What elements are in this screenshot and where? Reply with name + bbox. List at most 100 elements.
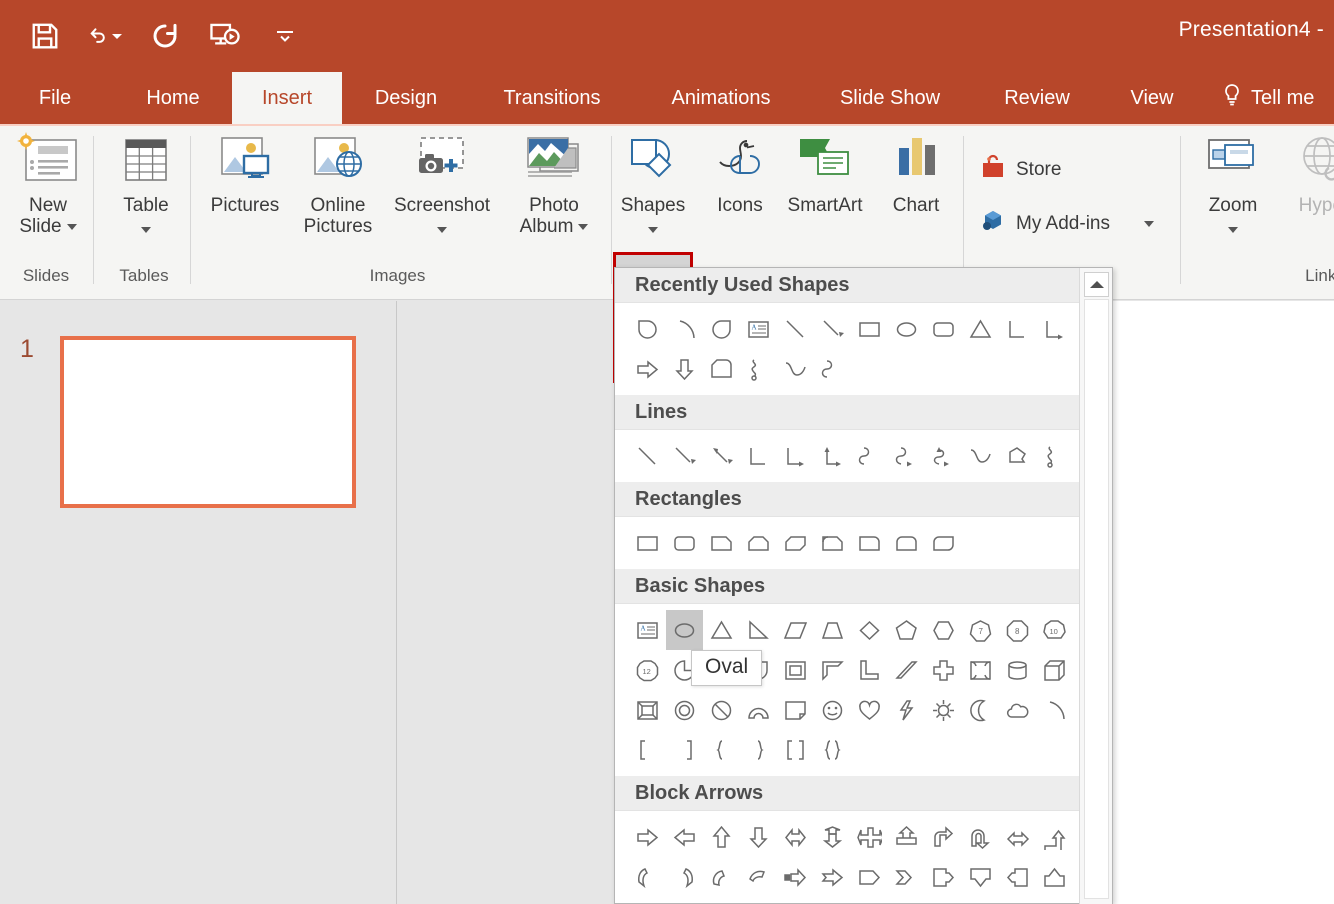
smartart-button[interactable]: SmartArt — [772, 128, 878, 217]
shape-right-bracket[interactable] — [666, 730, 703, 770]
shape-rounded-rectangle[interactable] — [925, 309, 962, 349]
shape-oval[interactable] — [666, 610, 703, 650]
shape-teardrop-flipped[interactable] — [629, 309, 666, 349]
shape-curve[interactable] — [962, 436, 999, 476]
table-caret[interactable] — [141, 226, 151, 233]
shape-frame[interactable] — [777, 650, 814, 690]
shape-bent-up-arrow[interactable] — [1036, 817, 1073, 857]
shape-hexagon[interactable] — [925, 610, 962, 650]
shape-u-turn-arrow[interactable] — [962, 817, 999, 857]
shape-notched-right-arrow[interactable] — [814, 857, 851, 897]
table-button[interactable]: Table — [98, 128, 194, 240]
shape-four-way-arrow[interactable] — [851, 817, 888, 857]
shape-striped-right-arrow[interactable] — [777, 857, 814, 897]
shapes-button[interactable]: Shapes — [605, 128, 701, 240]
shape-oval[interactable] — [888, 309, 925, 349]
shape-sun[interactable] — [925, 690, 962, 730]
shape-pentagon[interactable] — [888, 610, 925, 650]
tab-review[interactable]: Review — [982, 72, 1092, 124]
shape-left-bracket[interactable] — [629, 730, 666, 770]
tell-me-search[interactable]: Tell me — [1222, 72, 1314, 124]
shape-lightning-bolt[interactable] — [888, 690, 925, 730]
shape-curved-left-arrow[interactable] — [666, 857, 703, 897]
shape-plaque[interactable] — [962, 650, 999, 690]
shape-decagon[interactable]: 10 — [1036, 610, 1073, 650]
shape-half-frame[interactable] — [814, 650, 851, 690]
shape-arc[interactable] — [666, 309, 703, 349]
tab-transitions[interactable]: Transitions — [478, 72, 626, 124]
shape-double-brace[interactable] — [814, 730, 851, 770]
shape-diagonal-stripe[interactable] — [888, 650, 925, 690]
shape-moon[interactable] — [962, 690, 999, 730]
shape-l-shape[interactable] — [851, 650, 888, 690]
shape-cross-arrow[interactable] — [629, 897, 666, 904]
new-slide-caret[interactable] — [66, 223, 77, 230]
shape-right-triangle[interactable] — [740, 610, 777, 650]
screenshot-caret[interactable] — [437, 226, 447, 233]
shape-left-right-arrow[interactable] — [777, 817, 814, 857]
shape-curved-connector[interactable] — [851, 436, 888, 476]
shape-rectangle[interactable] — [851, 309, 888, 349]
photo-album-button[interactable]: Photo Album — [502, 128, 606, 237]
shape-folded-corner[interactable] — [777, 690, 814, 730]
shape-block-arc[interactable] — [740, 690, 777, 730]
shape-left-up-arrow[interactable] — [999, 817, 1036, 857]
shape-round-same-side-corner-rectangle[interactable] — [888, 523, 925, 563]
photo-album-caret[interactable] — [578, 223, 589, 230]
shape-down-arrow[interactable] — [740, 817, 777, 857]
shape-bent-arrow[interactable] — [925, 817, 962, 857]
customize-qat-icon[interactable] — [268, 19, 302, 53]
shape-smiley-face[interactable] — [814, 690, 851, 730]
shape-isosceles-triangle[interactable] — [962, 309, 999, 349]
shape-right-arrow[interactable] — [629, 817, 666, 857]
shape-down-arrow-callout[interactable] — [962, 857, 999, 897]
shape-round-single-corner-rectangle[interactable] — [851, 523, 888, 563]
shape-right-brace[interactable] — [740, 730, 777, 770]
pictures-button[interactable]: Pictures — [197, 128, 293, 217]
shape-line-double-arrow[interactable] — [703, 436, 740, 476]
shape-curved-right-arrow[interactable] — [629, 857, 666, 897]
shape-snip-diagonal-corner-rectangle[interactable] — [777, 523, 814, 563]
redo-icon[interactable] — [148, 19, 182, 53]
shape-freeform-shape[interactable] — [999, 436, 1036, 476]
scroll-up-icon[interactable] — [1084, 272, 1109, 297]
shape-circular-arrow[interactable] — [703, 897, 740, 904]
shape-rounded-rectangle[interactable] — [666, 523, 703, 563]
shape-cloud[interactable] — [999, 690, 1036, 730]
shape-diamond[interactable] — [851, 610, 888, 650]
shape-left-arrow-callout[interactable] — [999, 857, 1036, 897]
shape-line[interactable] — [629, 436, 666, 476]
shape-curved-arrow-connector[interactable] — [888, 436, 925, 476]
shape-curved-connector[interactable] — [814, 349, 851, 389]
shape-line[interactable] — [777, 309, 814, 349]
shape-freeform-scribble[interactable] — [740, 349, 777, 389]
shape-up-arrow[interactable] — [703, 817, 740, 857]
shape-line-arrow[interactable] — [666, 436, 703, 476]
my-addins-button[interactable]: My Add-ins — [980, 208, 1154, 240]
shape-teardrop[interactable] — [703, 309, 740, 349]
shape-snip-same-side-corner-rectangle[interactable] — [740, 523, 777, 563]
zoom-caret[interactable] — [1228, 226, 1238, 233]
shape-quad-arrow-callout[interactable] — [888, 817, 925, 857]
shape-curve[interactable] — [777, 349, 814, 389]
start-presentation-icon[interactable] — [208, 19, 242, 53]
screenshot-button[interactable]: Screenshot — [382, 128, 502, 240]
shape-line-arrow[interactable] — [814, 309, 851, 349]
shape-right-arrow-callout[interactable] — [925, 857, 962, 897]
shape-elbow-arrow-connector[interactable] — [777, 436, 814, 476]
shape-snip-single-corner-rectangle[interactable] — [703, 523, 740, 563]
store-button[interactable]: Store — [980, 154, 1061, 186]
shape-cylinder[interactable] — [999, 650, 1036, 690]
shape-heptagon[interactable]: 7 — [962, 610, 999, 650]
shape-snip-and-round-single-corner-rectangle[interactable] — [814, 523, 851, 563]
tab-design[interactable]: Design — [352, 72, 460, 124]
shape-parallelogram[interactable] — [777, 610, 814, 650]
tab-home[interactable]: Home — [120, 72, 226, 124]
shape-up-down-arrow[interactable] — [814, 817, 851, 857]
save-icon[interactable] — [28, 19, 62, 53]
shape-text-box[interactable]: A — [740, 309, 777, 349]
new-slide-button[interactable]: New Slide — [0, 128, 96, 237]
shape-double-bracket[interactable] — [777, 730, 814, 770]
online-pictures-button[interactable]: Online Pictures — [290, 128, 386, 237]
shape-trapezoid[interactable] — [814, 610, 851, 650]
